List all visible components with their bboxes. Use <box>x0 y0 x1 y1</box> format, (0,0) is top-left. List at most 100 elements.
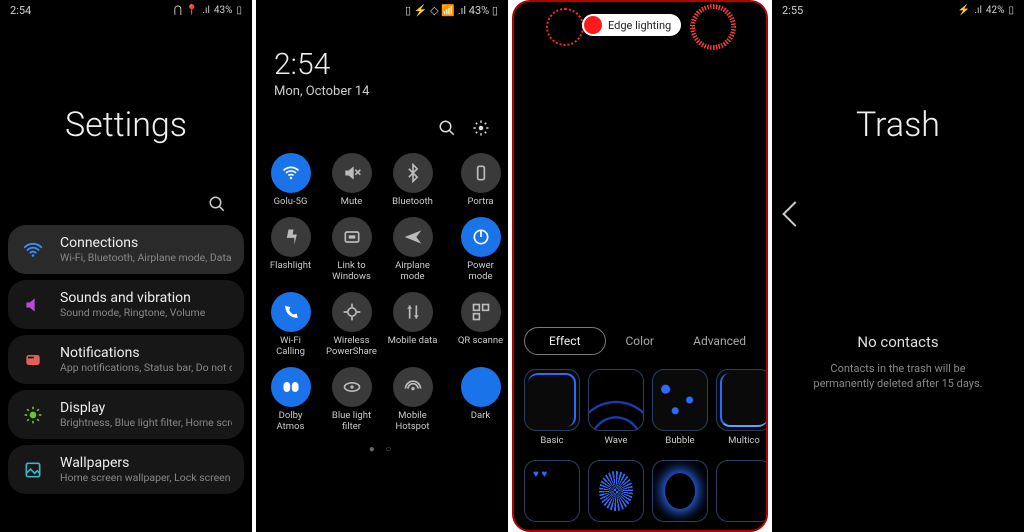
qs-tile-bt[interactable]: Bluetooth <box>384 153 441 207</box>
search-icon[interactable] <box>208 195 226 213</box>
sound-icon <box>20 292 46 318</box>
tile-label: Link to Windows <box>326 261 378 282</box>
tile-label: Mobile data <box>388 336 438 346</box>
effect-thumb-icon <box>524 460 580 522</box>
flash-icon <box>271 217 311 257</box>
status-location-icon: 📍 <box>186 5 198 16</box>
qs-tile-pshare[interactable]: Wireless PowerShare <box>323 292 380 357</box>
item-title: Display <box>60 400 232 416</box>
plane-icon <box>393 217 433 257</box>
item-title: Wallpapers <box>60 455 232 471</box>
qs-tile-data[interactable]: Mobile data <box>384 292 441 357</box>
qs-tile-rotate[interactable]: Portra <box>445 153 508 207</box>
tile-label: QR scanne <box>458 336 503 346</box>
edge-effect-right-icon <box>690 4 736 50</box>
tab-color[interactable]: Color <box>616 328 664 354</box>
bt-icon <box>393 153 433 193</box>
tile-label: Portra <box>467 197 493 207</box>
qs-tile-mute[interactable]: Mute <box>323 153 380 207</box>
effect-extra[interactable] <box>716 460 766 522</box>
tab-advanced[interactable]: Advanced <box>683 328 756 354</box>
effect-bubble[interactable]: Bubble <box>652 369 708 446</box>
tile-label: Wi-Fi Calling <box>265 336 317 357</box>
qs-tile-power[interactable]: Power mode <box>445 217 508 282</box>
dolby-icon <box>271 367 311 407</box>
effect-fireworks[interactable] <box>588 460 644 522</box>
qs-tile-wificall[interactable]: Wi-Fi Calling <box>262 292 319 357</box>
effect-wave[interactable]: Wave <box>588 369 644 446</box>
item-sub: App notifications, Status bar, Do not di… <box>60 361 232 374</box>
qs-tile-plane[interactable]: Airplane mode <box>384 217 441 282</box>
quick-panel-header: 2:54 Mon, October 14 <box>256 19 508 99</box>
status-battery-icon: ▯ <box>1008 5 1014 16</box>
status-time: 2:55 <box>782 4 803 17</box>
tile-label: Wireless PowerShare <box>326 336 378 357</box>
status-signal-icon: .ıl <box>974 5 982 16</box>
effect-thumb-icon <box>652 460 708 522</box>
qs-tile-moon[interactable]: Dark <box>445 367 508 432</box>
settings-item-notifications[interactable]: NotificationsApp notifications, Status b… <box>8 335 244 384</box>
page-indicator[interactable]: ● ○ <box>256 442 508 461</box>
qs-tile-link[interactable]: Link to Windows <box>323 217 380 282</box>
tile-label: Dark <box>471 411 490 421</box>
settings-list: ConnectionsWi-Fi, Bluetooth, Airplane mo… <box>0 225 252 494</box>
status-right: ⋂ 📍 .ıl 43% ▯ <box>174 5 242 16</box>
data-icon <box>393 292 433 332</box>
hotspot-icon <box>393 367 433 407</box>
edge-effect-left-icon <box>546 8 584 46</box>
panel-trash: 2:55 ⚡ .ıl 42% ▯ Trash No contacts Conta… <box>772 0 1024 532</box>
qs-tile-eye[interactable]: Blue light filter <box>323 367 380 432</box>
qs-tile-dolby[interactable]: Dolby Atmos <box>262 367 319 432</box>
gear-icon[interactable] <box>472 119 490 137</box>
status-battery-icon: ▯ <box>236 5 242 16</box>
qs-tile-qr[interactable]: QR scanne <box>445 292 508 357</box>
effect-thumb-icon <box>652 369 708 431</box>
status-right: ⚡ .ıl 42% ▯ <box>958 5 1014 16</box>
qs-tile-hotspot[interactable]: Mobile Hotspot <box>384 367 441 432</box>
effect-multicolor[interactable]: Multico <box>716 369 766 446</box>
status-bar: 2:55 ⚡ .ıl 42% ▯ <box>772 0 1024 19</box>
effect-thumb-icon <box>588 369 644 431</box>
panel-quick-settings: ▯ ⚡ ◇ 📶 .ıl 43% ▯ 2:54 Mon, October 14 G… <box>256 0 508 532</box>
item-title: Notifications <box>60 345 232 361</box>
settings-item-wallpapers[interactable]: WallpapersHome screen wallpaper, Lock sc… <box>8 445 244 494</box>
chip-label: Edge lighting <box>608 19 671 32</box>
panel-edge-lighting: Edge lighting Effect Color Advanced Basi… <box>512 0 768 532</box>
settings-item-display[interactable]: DisplayBrightness, Blue light filter, Ho… <box>8 390 244 439</box>
page-title: Trash <box>772 105 1024 145</box>
clock: 2:54 <box>274 47 508 82</box>
effect-thumb-icon <box>524 369 580 431</box>
back-button[interactable] <box>772 145 1024 223</box>
item-sub: Home screen wallpaper, Lock screen wallp… <box>60 471 232 484</box>
edge-lighting-chip[interactable]: Edge lighting <box>582 14 681 36</box>
settings-item-sounds[interactable]: Sounds and vibrationSound mode, Ringtone… <box>8 280 244 329</box>
eye-icon <box>332 367 372 407</box>
empty-hint: Contacts in the trash will be permanentl… <box>772 361 1024 392</box>
item-title: Connections <box>60 235 232 251</box>
effect-thumb-icon <box>716 460 766 522</box>
tile-label: Dolby Atmos <box>265 411 317 432</box>
mute-icon <box>332 153 372 193</box>
effect-basic[interactable]: Basic <box>524 369 580 446</box>
power-icon <box>461 217 501 257</box>
item-sub: Sound mode, Ringtone, Volume <box>60 306 205 319</box>
settings-item-connections[interactable]: ConnectionsWi-Fi, Bluetooth, Airplane mo… <box>8 225 244 274</box>
status-time: 2:54 <box>10 4 31 17</box>
effect-hearts[interactable] <box>524 460 580 522</box>
tab-effect[interactable]: Effect <box>524 327 606 355</box>
status-bar: ▯ ⚡ ◇ 📶 .ıl 43% ▯ <box>256 0 508 19</box>
status-signal-icon: .ıl <box>202 5 210 16</box>
moon-icon <box>461 367 501 407</box>
empty-title: No contacts <box>772 333 1024 351</box>
effect-glow[interactable] <box>652 460 708 522</box>
wifi-icon <box>271 153 311 193</box>
status-vibrate-icon: ⚡ <box>958 5 970 16</box>
search-icon[interactable] <box>438 119 456 137</box>
qs-tile-wifi[interactable]: Golu-5G <box>262 153 319 207</box>
chevron-left-icon <box>782 201 807 226</box>
qs-tile-flash[interactable]: Flashlight <box>262 217 319 282</box>
effect-row-2 <box>514 454 766 530</box>
pshare-icon <box>332 292 372 332</box>
status-bar: 2:54 ⋂ 📍 .ıl 43% ▯ <box>0 0 252 19</box>
status-right: ▯ ⚡ ◇ 📶 .ıl 43% ▯ <box>405 4 498 17</box>
